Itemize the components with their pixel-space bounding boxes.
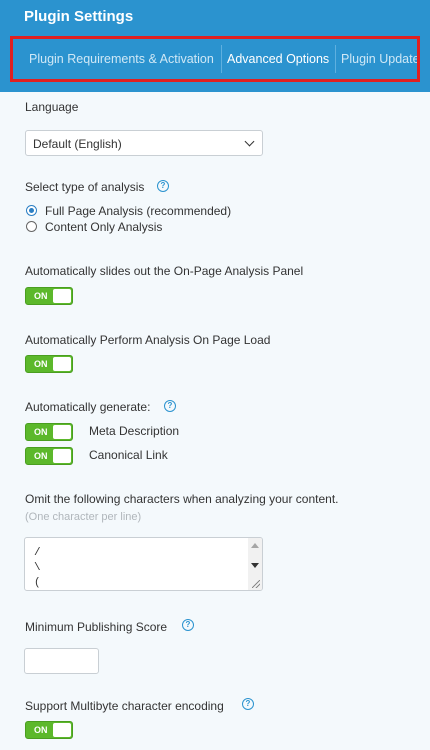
toggle-knob	[53, 723, 71, 737]
analysis-on-load-label: Automatically Perform Analysis On Page L…	[25, 333, 271, 347]
omit-characters-hint: (One character per line)	[25, 511, 142, 523]
tab-plugin-update[interactable]: Plugin Update	[341, 39, 417, 79]
toggle-knob	[53, 449, 71, 463]
omit-characters-textarea[interactable]: / \ (	[24, 537, 263, 591]
tab-plugin-requirements[interactable]: Plugin Requirements & Activation	[29, 39, 214, 79]
question-circle-icon[interactable]: ?	[182, 619, 194, 631]
scroll-up-icon[interactable]	[251, 543, 259, 548]
textarea-line: /	[34, 547, 41, 559]
radio-full-page-analysis[interactable]	[26, 205, 37, 216]
textarea-line: (	[34, 577, 41, 589]
toggle-knob	[53, 289, 71, 303]
language-selected-value: Default (English)	[33, 137, 122, 151]
tab-divider	[335, 45, 336, 73]
tab-bar: Plugin Requirements & Activation Advance…	[10, 36, 420, 82]
meta-description-label: Meta Description	[89, 424, 180, 438]
scroll-down-icon[interactable]	[251, 563, 259, 568]
question-circle-icon[interactable]: ?	[242, 698, 254, 710]
multibyte-label: Support Multibyte character encoding	[25, 699, 224, 713]
toggle-state: ON	[34, 427, 48, 437]
question-circle-icon[interactable]: ?	[164, 400, 176, 412]
canonical-link-label: Canonical Link	[89, 448, 168, 462]
toggle-state: ON	[34, 291, 48, 301]
min-score-label: Minimum Publishing Score	[25, 620, 168, 634]
resize-grip-icon[interactable]	[252, 580, 260, 588]
language-select[interactable]: Default (English)	[25, 130, 263, 156]
slide-panel-label: Automatically slides out the On-Page Ana…	[25, 264, 304, 278]
toggle-state: ON	[34, 725, 48, 735]
tab-advanced-options[interactable]: Advanced Options	[227, 39, 329, 79]
radio-full-page-label: Full Page Analysis (recommended)	[45, 204, 232, 218]
textarea-line: \	[34, 562, 41, 574]
meta-description-toggle[interactable]: ON	[25, 423, 73, 441]
analysis-on-load-toggle[interactable]: ON	[25, 355, 73, 373]
analysis-type-label: Select type of analysis	[25, 180, 145, 194]
page-title: Plugin Settings	[24, 8, 134, 25]
slide-panel-toggle[interactable]: ON	[25, 287, 73, 305]
toggle-knob	[53, 357, 71, 371]
settings-header: Plugin Settings Plugin Requirements & Ac…	[0, 0, 430, 92]
radio-content-only-label: Content Only Analysis	[45, 220, 163, 234]
toggle-state: ON	[34, 451, 48, 461]
multibyte-toggle[interactable]: ON	[25, 721, 73, 739]
tab-divider	[221, 45, 222, 73]
toggle-state: ON	[34, 359, 48, 369]
min-score-input[interactable]	[24, 648, 99, 674]
chevron-down-icon	[244, 136, 255, 147]
radio-content-only-analysis[interactable]	[26, 221, 37, 232]
question-circle-icon[interactable]: ?	[157, 180, 169, 192]
toggle-knob	[53, 425, 71, 439]
omit-characters-label: Omit the following characters when analy…	[25, 492, 339, 506]
canonical-link-toggle[interactable]: ON	[25, 447, 73, 465]
auto-generate-label: Automatically generate:	[25, 400, 151, 414]
language-label: Language	[25, 100, 79, 114]
